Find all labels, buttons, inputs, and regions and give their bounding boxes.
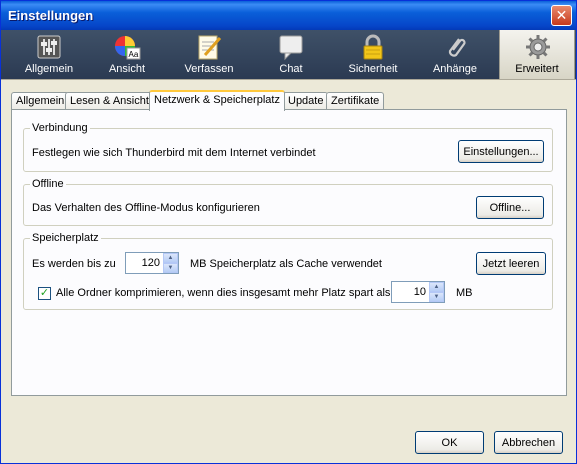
pane-label: Sicherheit (348, 63, 398, 75)
sliders-icon (37, 35, 61, 59)
preferences-toolbar: Allgemein Aa Ansicht Verfassen Chat Sich… (1, 30, 576, 80)
pane-label: Anhänge (432, 63, 478, 75)
gear-icon (526, 35, 550, 59)
pane-label: Allgemein (24, 63, 74, 75)
tab-label: Lesen & Ansicht (70, 95, 149, 107)
cache-suffix-label: MB Speicherplatz als Cache verwendet (190, 258, 382, 270)
stepper-down-arrow-icon[interactable]: ▼ (163, 263, 178, 273)
compact-folders-checkbox[interactable]: ✓ (38, 287, 51, 300)
button-label: Offline... (489, 201, 531, 214)
offline-description: Das Verhalten des Offline-Modus konfigur… (32, 202, 260, 214)
stepper-arrows: ▲ ▼ (163, 253, 178, 273)
tab-lesen-ansicht[interactable]: Lesen & Ansicht (65, 92, 154, 110)
title-bar[interactable]: Einstellungen ✕ (1, 1, 576, 30)
stepper-down-arrow-icon[interactable]: ▼ (429, 292, 444, 302)
connection-group: Verbindung Festlegen wie sich Thunderbir… (23, 122, 553, 172)
tab-zertifikate[interactable]: Zertifikate (326, 92, 385, 110)
connection-settings-button[interactable]: Einstellungen... (458, 140, 544, 163)
group-legend: Offline (30, 178, 66, 190)
storage-group: Speicherplatz Es werden bis zu ▲ ▼ MB Sp… (23, 232, 553, 310)
compact-threshold-stepper[interactable]: ▲ ▼ (391, 281, 445, 303)
button-label: Einstellungen... (463, 145, 539, 158)
tab-label: Zertifikate (331, 95, 380, 107)
compact-unit-label: MB (456, 287, 473, 299)
svg-text:Aa: Aa (129, 50, 139, 59)
window-title: Einstellungen (8, 8, 94, 23)
close-button[interactable]: ✕ (551, 5, 572, 26)
paperclip-icon (448, 38, 466, 57)
speech-bubble-icon (279, 35, 303, 61)
offline-button[interactable]: Offline... (476, 196, 544, 219)
checkmark-icon: ✓ (39, 287, 50, 299)
button-label: Jetzt leeren (482, 257, 540, 270)
offline-group: Offline Das Verhalten des Offline-Modus … (23, 178, 553, 226)
tab-label: Allgemein (16, 95, 65, 107)
pane-ansicht[interactable]: Aa Ansicht (89, 30, 165, 79)
padlock-icon (363, 34, 383, 60)
pane-anhaenge[interactable]: Anhänge (417, 30, 493, 79)
compact-threshold-input[interactable] (392, 282, 430, 302)
tab-label: Update (288, 95, 324, 107)
tab-label: Netzwerk & Speicherplatz (154, 94, 280, 106)
stepper-up-arrow-icon[interactable]: ▲ (429, 282, 444, 292)
pane-chat[interactable]: Chat (253, 30, 329, 79)
pane-allgemein[interactable]: Allgemein (11, 30, 87, 79)
group-legend: Speicherplatz (30, 232, 101, 244)
close-icon: ✕ (555, 7, 568, 23)
pane-label: Ansicht (108, 63, 146, 75)
pane-verfassen[interactable]: Verfassen (171, 30, 247, 79)
compact-folders-label[interactable]: Alle Ordner komprimieren, wenn dies insg… (56, 287, 390, 299)
button-label: Abbrechen (501, 436, 556, 449)
tab-allgemein[interactable]: Allgemein (11, 92, 70, 110)
button-label: OK (441, 436, 458, 449)
notepad-pen-icon (198, 35, 222, 60)
cache-size-stepper[interactable]: ▲ ▼ (125, 252, 179, 274)
pane-label: Erweitert (515, 63, 559, 75)
tab-panel: Verbindung Festlegen wie sich Thunderbir… (11, 109, 567, 396)
pane-label: Chat (279, 63, 303, 75)
pane-erweitert[interactable]: Erweitert (499, 30, 575, 79)
stepper-arrows: ▲ ▼ (429, 282, 444, 302)
connection-description: Festlegen wie sich Thunderbird mit dem I… (32, 147, 316, 159)
ok-button[interactable]: OK (415, 431, 484, 454)
pane-label: Verfassen (184, 63, 234, 75)
cache-prefix-label: Es werden bis zu (32, 258, 116, 270)
cancel-button[interactable]: Abbrechen (494, 431, 563, 454)
tab-update[interactable]: Update (283, 92, 329, 110)
group-legend: Verbindung (30, 122, 90, 134)
pane-sicherheit[interactable]: Sicherheit (335, 30, 411, 79)
clear-cache-button[interactable]: Jetzt leeren (476, 252, 546, 275)
cache-size-input[interactable] (126, 253, 164, 273)
stepper-up-arrow-icon[interactable]: ▲ (163, 253, 178, 263)
tab-netzwerk-speicherplatz[interactable]: Netzwerk & Speicherplatz (149, 90, 285, 111)
preferences-window: Einstellungen ✕ Allgemein Aa Ansicht Ver… (0, 0, 577, 464)
color-wheel-icon: Aa (115, 36, 141, 60)
